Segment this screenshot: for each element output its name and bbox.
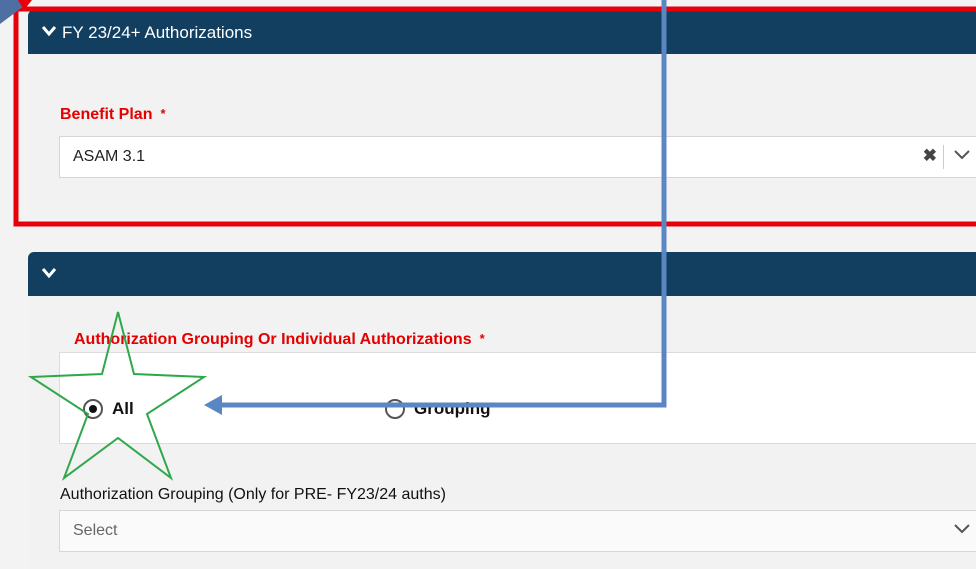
auth-grouping-radio-group: [59, 352, 976, 444]
auth-grouping-placeholder: Select: [73, 522, 118, 539]
radio-all-label[interactable]: All: [112, 399, 134, 419]
auth-grouping-choice-label: Authorization Grouping Or Individual Aut…: [74, 331, 485, 348]
benefit-plan-value: ASAM 3.1: [73, 148, 146, 165]
benefit-plan-label: Benefit Plan *: [60, 106, 166, 123]
required-mark: *: [479, 331, 485, 346]
radio-grouping-label[interactable]: Grouping: [414, 399, 490, 419]
benefit-plan-select[interactable]: ASAM 3.1 ✖: [59, 136, 976, 178]
auth-grouping-select-label: Authorization Grouping (Only for PRE- FY…: [60, 486, 446, 503]
select-divider: [943, 145, 944, 169]
clear-icon[interactable]: ✖: [923, 146, 937, 166]
fy-authorizations-panel: FY 23/24+ Authorizations: [28, 10, 976, 220]
radio-grouping[interactable]: [385, 399, 405, 419]
chevron-down-icon: [41, 26, 57, 37]
radio-all[interactable]: [83, 399, 103, 419]
required-mark: *: [160, 106, 166, 121]
fy-authorizations-header[interactable]: FY 23/24+ Authorizations: [28, 10, 976, 54]
auth-grouping-select[interactable]: Select: [59, 510, 976, 552]
authorization-grouping-header[interactable]: [28, 252, 976, 296]
chevron-down-icon[interactable]: [953, 149, 971, 161]
panel-title: FY 23/24+ Authorizations: [62, 23, 253, 42]
chevron-down-icon: [41, 268, 57, 279]
corner-pointer-tip-icon: [18, 0, 32, 10]
chevron-down-icon[interactable]: [953, 523, 971, 535]
